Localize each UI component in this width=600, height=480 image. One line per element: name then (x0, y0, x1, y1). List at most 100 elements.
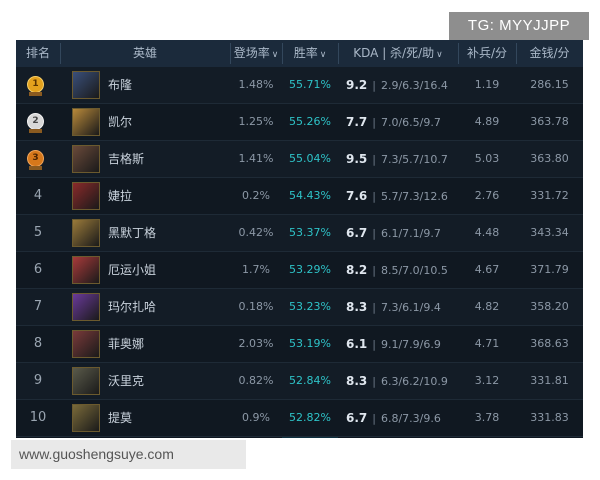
kda-cell: 7.6 | 5.7/7.3/12.6 (346, 189, 448, 203)
win-rate-value: 53.23% (289, 300, 331, 313)
hero-avatar[interactable] (72, 367, 100, 395)
kda-cell: 9.5 | 7.3/5.7/10.7 (346, 152, 448, 166)
chevron-down-icon: ∨ (436, 50, 443, 60)
rank-number: 7 (33, 299, 43, 314)
kda-detail: 7.3/5.7/10.7 (380, 153, 448, 166)
table-row[interactable]: 2 凯尔 1.25% 55.26% 7.7 | 7.0/6.5/9.7 4.89 3… (16, 104, 583, 141)
pick-rate-value: 0.2% (242, 189, 270, 202)
header-cs: 补兵/分 (466, 46, 508, 60)
hero-ranking-table: 排名 英雄 登场率 ∨ 胜率 ∨ KDA | 杀/死/助 ∨ 补兵/分 金钱/分 1 … (16, 40, 583, 438)
kda-detail: 5.7/7.3/12.6 (380, 190, 448, 203)
hero-name[interactable]: 菲奥娜 (108, 326, 144, 362)
pick-rate-value: 1.7% (242, 263, 270, 276)
hero-avatar[interactable] (72, 182, 100, 210)
table-row[interactable]: 10 提莫 0.9% 52.82% 6.7 | 6.8/7.3/9.6 3.78 3… (16, 400, 583, 437)
pick-rate-value: 2.03% (238, 337, 274, 350)
hero-name[interactable]: 玛尔扎哈 (108, 289, 156, 325)
kda-cell: 6.7 | 6.1/7.1/9.7 (346, 226, 441, 240)
kda-cell: 8.3 | 7.3/6.1/9.4 (346, 300, 441, 314)
rank-number: 4 (33, 188, 43, 203)
cs-value: 4.82 (474, 300, 500, 313)
kda-value: 7.6 (346, 189, 368, 203)
kda-value: 8.2 (346, 263, 368, 277)
pick-rate-value: 0.9% (242, 411, 270, 424)
table-row[interactable]: 8 菲奥娜 2.03% 53.19% 6.1 | 9.1/7.9/6.9 4.71 … (16, 326, 583, 363)
cs-value: 5.03 (474, 152, 500, 165)
hero-avatar[interactable] (72, 404, 100, 432)
header-rank: 排名 (25, 46, 50, 60)
hero-avatar[interactable] (72, 219, 100, 247)
cs-value: 4.48 (474, 226, 500, 239)
rank-number: 9 (33, 373, 43, 388)
pick-rate-value: 0.18% (238, 300, 274, 313)
table-row[interactable]: 3 吉格斯 1.41% 55.04% 9.5 | 7.3/5.7/10.7 5.03… (16, 141, 583, 178)
hero-avatar[interactable] (72, 145, 100, 173)
rank-medal-icon: 1 (27, 76, 44, 93)
header-win-rate[interactable]: 胜率 ∨ (282, 40, 338, 67)
chevron-down-icon: ∨ (319, 50, 327, 60)
kda-cell: 8.3 | 6.3/6.2/10.9 (346, 374, 448, 388)
cs-value: 4.89 (474, 115, 500, 128)
kda-value: 6.7 (346, 226, 368, 240)
kda-value: 8.3 (346, 300, 368, 314)
hero-avatar[interactable] (72, 256, 100, 284)
header-kda[interactable]: KDA | 杀/死/助 ∨ (338, 40, 458, 67)
cs-value: 2.76 (474, 189, 500, 202)
table-row[interactable]: 1 布隆 1.48% 55.71% 9.2 | 2.9/6.3/16.4 1.19 … (16, 67, 583, 104)
gold-value: 368.63 (530, 337, 569, 350)
win-rate-value: 55.71% (289, 78, 331, 91)
hero-avatar[interactable] (72, 293, 100, 321)
gold-value: 363.78 (530, 115, 569, 128)
hero-name[interactable]: 布隆 (108, 67, 132, 103)
cs-value: 3.78 (474, 411, 500, 424)
header-hero: 英雄 (132, 46, 157, 60)
medal-ribbon-icon (29, 166, 42, 170)
gold-value: 331.72 (530, 189, 569, 202)
hero-name[interactable]: 吉格斯 (108, 141, 144, 177)
rank-number: 8 (33, 336, 43, 351)
cs-value: 1.19 (474, 78, 500, 91)
kda-detail: 8.5/7.0/10.5 (380, 264, 448, 277)
rank-number: 5 (33, 225, 43, 240)
hero-name[interactable]: 婕拉 (108, 178, 132, 214)
table-row[interactable]: 4 婕拉 0.2% 54.43% 7.6 | 5.7/7.3/12.6 2.76 3… (16, 178, 583, 215)
hero-avatar[interactable] (72, 330, 100, 358)
hero-name[interactable]: 厄运小姐 (108, 252, 156, 288)
table-row[interactable]: 7 玛尔扎哈 0.18% 53.23% 8.3 | 7.3/6.1/9.4 4.82… (16, 289, 583, 326)
hero-name[interactable]: 黑默丁格 (108, 215, 156, 251)
kda-detail: 7.3/6.1/9.4 (380, 301, 441, 314)
kda-value: 6.1 (346, 337, 368, 351)
rank-medal-icon: 2 (27, 113, 44, 130)
table-header: 排名 英雄 登场率 ∨ 胜率 ∨ KDA | 杀/死/助 ∨ 补兵/分 金钱/分 (16, 40, 583, 68)
hero-name[interactable]: 凯尔 (108, 104, 132, 140)
kda-detail: 2.9/6.3/16.4 (380, 79, 448, 92)
kda-value: 9.2 (346, 78, 368, 92)
medal-ribbon-icon (29, 92, 42, 96)
cs-value: 4.67 (474, 263, 500, 276)
kda-detail: 7.0/6.5/9.7 (380, 116, 441, 129)
kda-cell: 9.2 | 2.9/6.3/16.4 (346, 78, 448, 92)
table-row[interactable]: 6 厄运小姐 1.7% 53.29% 8.2 | 8.5/7.0/10.5 4.67… (16, 252, 583, 289)
hero-avatar[interactable] (72, 108, 100, 136)
hero-avatar[interactable] (72, 71, 100, 99)
kda-value: 9.5 (346, 152, 368, 166)
pick-rate-value: 1.48% (238, 78, 274, 91)
cs-value: 3.12 (474, 374, 500, 387)
gold-value: 331.81 (530, 374, 569, 387)
win-rate-value: 55.26% (289, 115, 331, 128)
gold-value: 331.83 (530, 411, 569, 424)
kda-cell: 8.2 | 8.5/7.0/10.5 (346, 263, 448, 277)
header-pick-rate[interactable]: 登场率 ∨ (230, 40, 282, 67)
table-row[interactable]: 5 黑默丁格 0.42% 53.37% 6.7 | 6.1/7.1/9.7 4.48… (16, 215, 583, 252)
hero-name[interactable]: 沃里克 (108, 363, 144, 399)
kda-value: 8.3 (346, 374, 368, 388)
watermark-top: TG: MYYJJPP (449, 12, 589, 40)
cs-value: 4.71 (474, 337, 500, 350)
kda-detail: 6.8/7.3/9.6 (380, 412, 441, 425)
kda-cell: 7.7 | 7.0/6.5/9.7 (346, 115, 441, 129)
hero-name[interactable]: 提莫 (108, 400, 132, 436)
kda-detail: 6.1/7.1/9.7 (380, 227, 441, 240)
table-row[interactable]: 9 沃里克 0.82% 52.84% 8.3 | 6.3/6.2/10.9 3.12… (16, 363, 583, 400)
win-rate-value: 53.29% (289, 263, 331, 276)
kda-detail: 9.1/7.9/6.9 (380, 338, 441, 351)
